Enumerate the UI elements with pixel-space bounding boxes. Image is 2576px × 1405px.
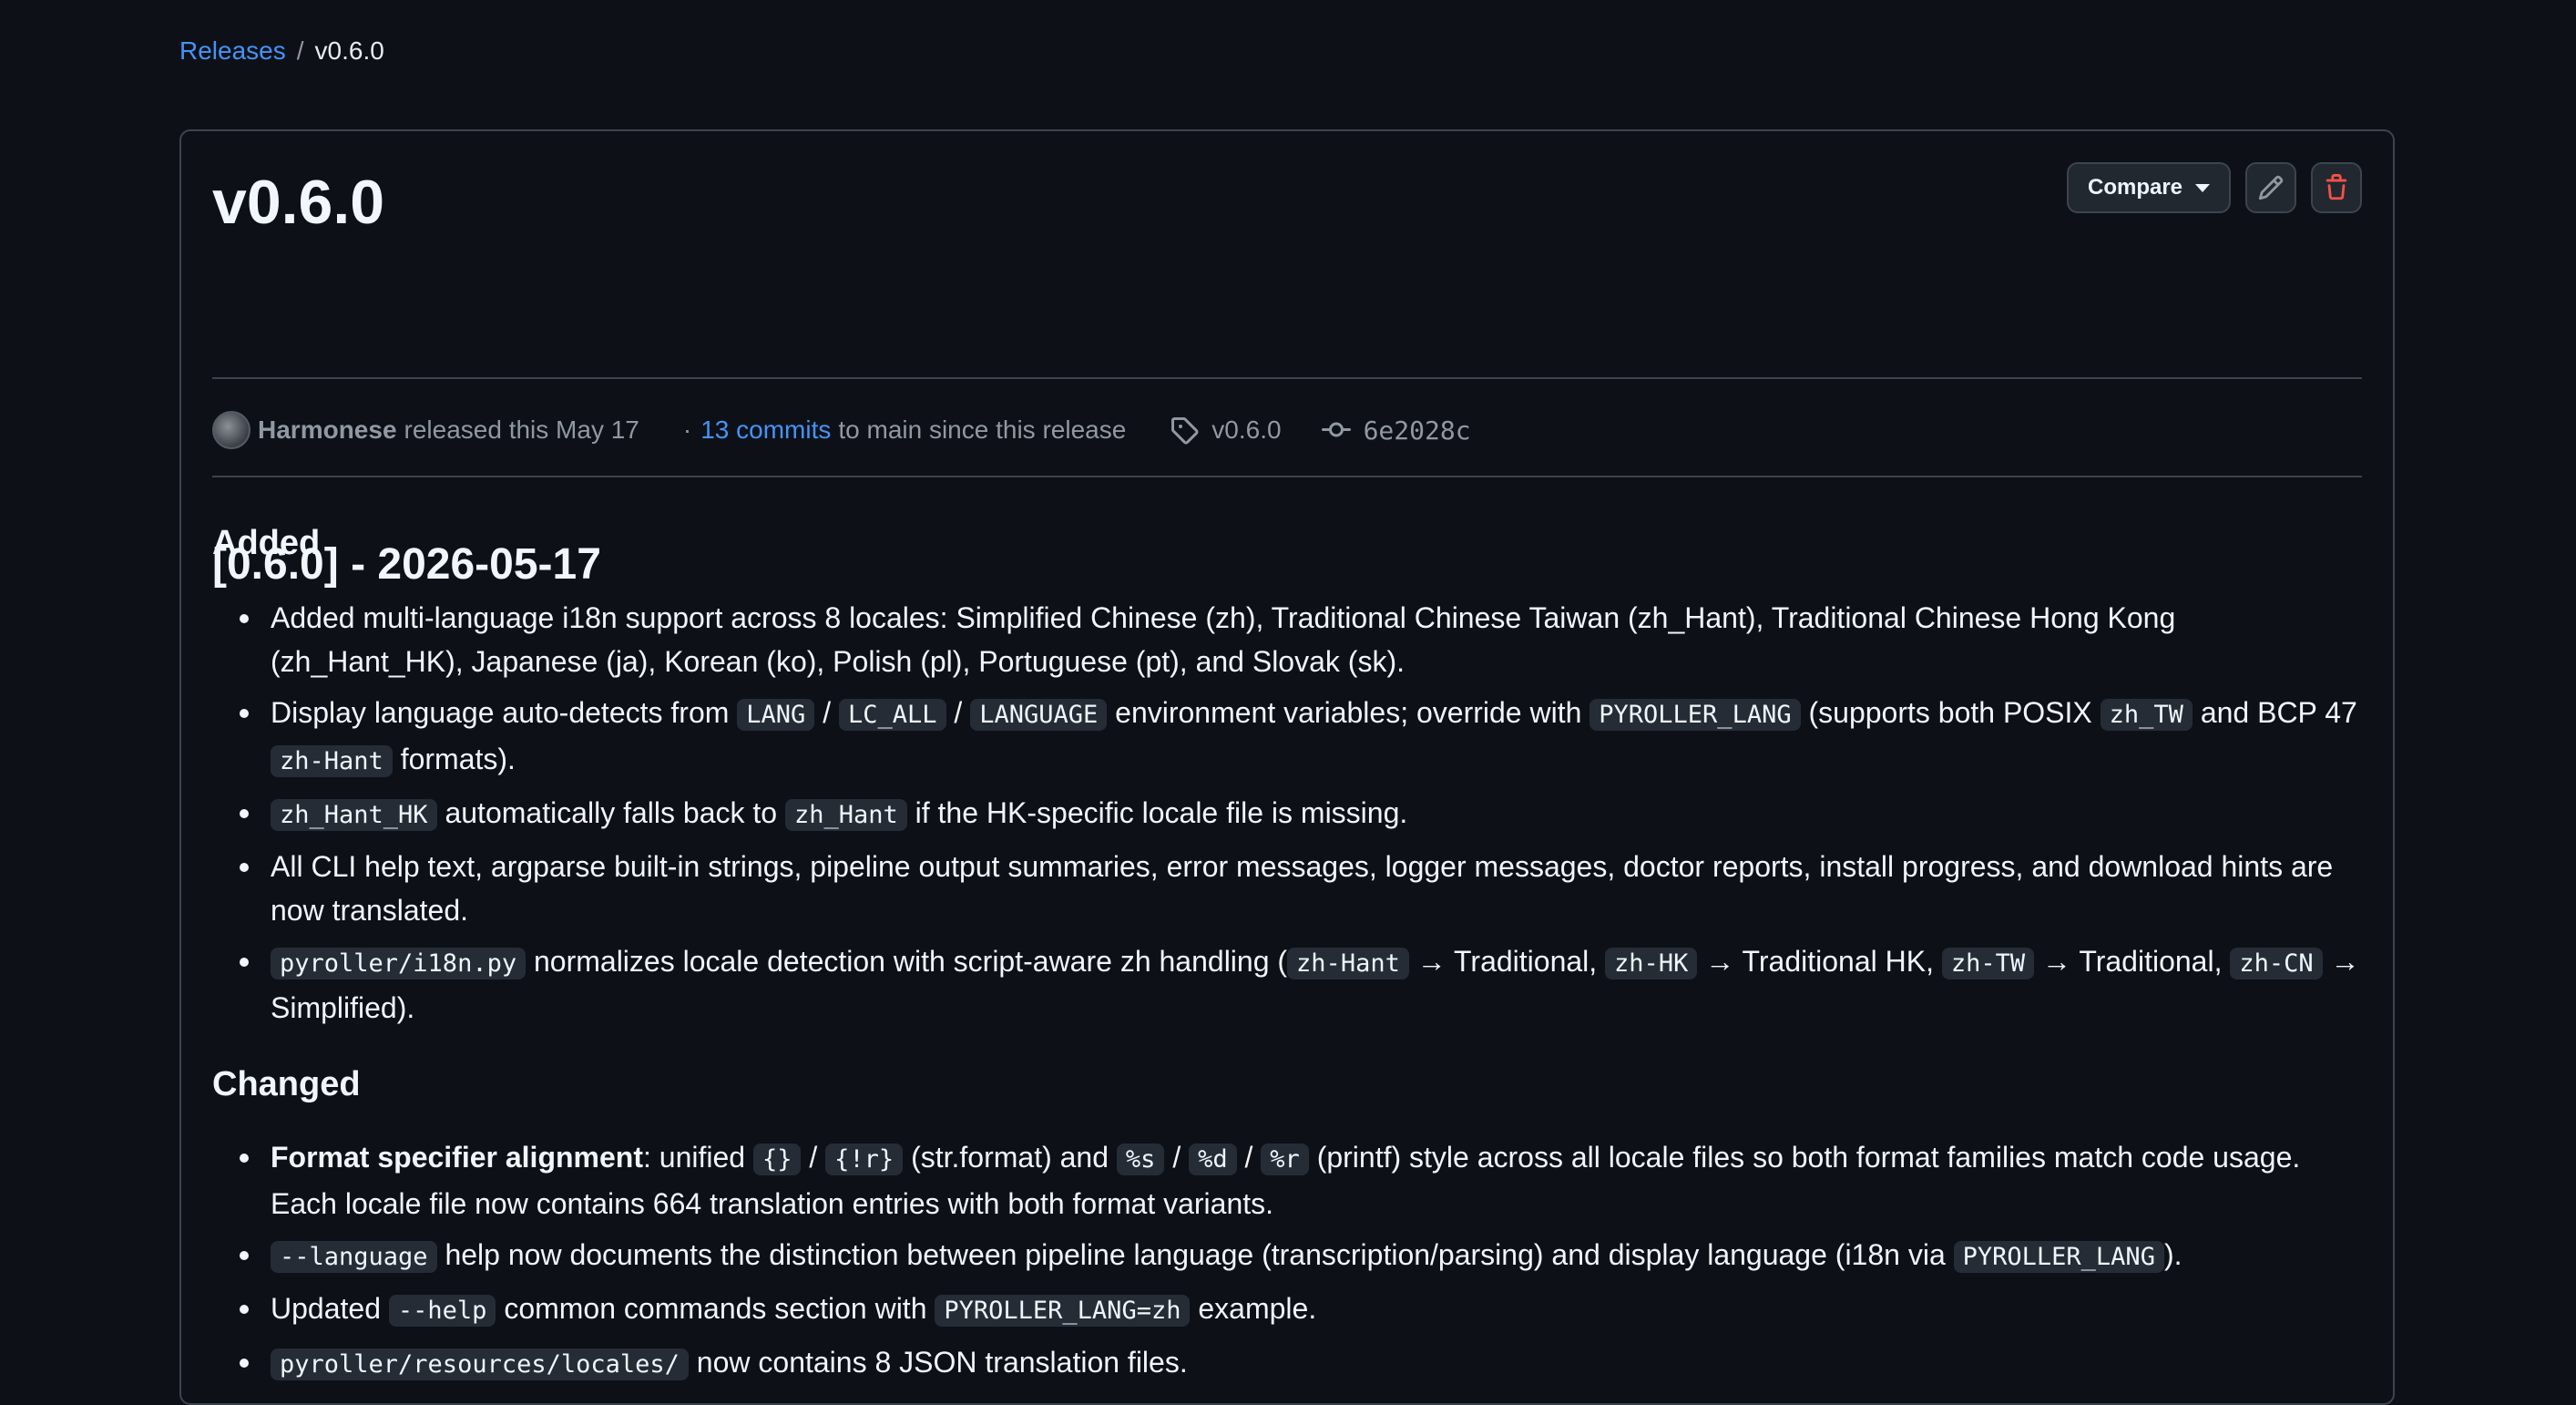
- item-text: ).: [2163, 1238, 2182, 1271]
- added-list: Added multi-language i18n support across…: [240, 596, 2362, 1037]
- list-item: pyroller/resources/locales/ now contains…: [240, 1340, 2362, 1387]
- inline-code: %d: [1189, 1143, 1237, 1175]
- tag-label: v0.6.0: [1211, 415, 1282, 444]
- item-text: normalizes locale detection with script-…: [526, 945, 1288, 978]
- commits-link[interactable]: 13 commits: [700, 415, 831, 445]
- inline-code: LC_ALL: [838, 699, 946, 731]
- list-item: Added multi-language i18n support across…: [240, 596, 2362, 683]
- delete-release-button[interactable]: [2311, 162, 2362, 213]
- item-text: example.: [1190, 1292, 1317, 1325]
- release-meta: Harmonese released this May 17 · 13 comm…: [212, 410, 1471, 450]
- breadcrumb: Releases / v0.6.0: [179, 35, 384, 67]
- inline-code: --help: [388, 1295, 496, 1327]
- item-text: and BCP 47: [2192, 696, 2357, 729]
- inline-code: pyroller/resources/locales/: [271, 1349, 689, 1380]
- item-text: /: [801, 1141, 826, 1174]
- commit-sha: 6e2028c: [1363, 415, 1471, 446]
- list-item: zh_Hant_HK automatically falls back to z…: [240, 791, 2362, 837]
- breadcrumb-releases-link[interactable]: Releases: [179, 35, 286, 67]
- author-link[interactable]: Harmonese: [258, 415, 397, 445]
- breadcrumb-separator: /: [296, 36, 304, 65]
- inline-code: LANGUAGE: [970, 699, 1108, 731]
- changed-heading: Changed: [212, 1065, 361, 1103]
- inline-code: LANG: [737, 699, 815, 731]
- inline-code: PYROLLER_LANG: [1953, 1241, 2164, 1273]
- tag-icon: [1171, 417, 1199, 445]
- triangle-down-icon: [2195, 183, 2211, 192]
- meta-divider: [212, 377, 2362, 379]
- inline-code: zh_Hant_HK: [271, 799, 437, 831]
- item-text: (str.format) and: [903, 1141, 1117, 1174]
- item-text: /: [814, 696, 839, 729]
- item-text: common commands section with: [496, 1292, 935, 1325]
- changed-list: Format specifier alignment: unified {} /…: [240, 1135, 2362, 1394]
- edit-release-button[interactable]: [2245, 162, 2296, 213]
- inline-code: zh-Hant: [1287, 948, 1409, 979]
- inline-code: zh-CN: [2230, 948, 2323, 979]
- item-text: Added multi-language i18n support across…: [271, 601, 2176, 678]
- inline-code: zh_TW: [2100, 699, 2193, 731]
- item-text: : unified: [642, 1141, 753, 1174]
- git-commit-icon: [1321, 422, 1351, 437]
- avatar[interactable]: [212, 411, 250, 449]
- trash-icon: [2326, 174, 2347, 200]
- inline-code: PYROLLER_LANG: [1590, 699, 1801, 731]
- release-card: v0.6.0 Compare Harmonese released this M…: [179, 129, 2395, 1405]
- added-heading: Added: [212, 524, 321, 562]
- bold-text: Format specifier alignment: [271, 1141, 643, 1174]
- item-text: /: [946, 696, 971, 729]
- inline-code: %r: [1261, 1143, 1309, 1175]
- item-text: All CLI help text, argparse built-in str…: [271, 850, 2334, 927]
- release-actions: Compare: [2067, 162, 2362, 213]
- list-item: --language help now documents the distin…: [240, 1233, 2362, 1279]
- compare-button-label: Compare: [2087, 175, 2183, 200]
- breadcrumb-current: v0.6.0: [314, 36, 384, 65]
- item-text: Display language auto-detects from: [271, 696, 738, 729]
- pencil-icon: [2258, 175, 2284, 200]
- tag-link[interactable]: v0.6.0: [1170, 415, 1282, 445]
- list-item: Format specifier alignment: unified {} /…: [240, 1135, 2362, 1226]
- heading-divider: [212, 476, 2362, 477]
- item-text: /: [1164, 1141, 1190, 1174]
- compare-button[interactable]: Compare: [2067, 162, 2231, 213]
- item-text: Updated: [271, 1292, 389, 1325]
- commit-link[interactable]: 6e2028c: [1321, 415, 1471, 446]
- item-text: → Traditional HK,: [1697, 945, 1942, 978]
- inline-code: pyroller/i18n.py: [271, 948, 526, 979]
- inline-code: zh_Hant: [784, 799, 907, 831]
- inline-code: %s: [1116, 1143, 1165, 1175]
- item-text: automatically falls back to: [436, 796, 785, 829]
- item-text: formats).: [392, 743, 516, 775]
- list-item: Display language auto-detects from LANG …: [240, 691, 2362, 784]
- list-item: All CLI help text, argparse built-in str…: [240, 845, 2362, 932]
- item-text: → Traditional,: [2034, 945, 2231, 978]
- item-text: if the HK-specific locale file is missin…: [906, 796, 1408, 829]
- item-text: now contains 8 JSON translation files.: [688, 1346, 1188, 1379]
- inline-code: PYROLLER_LANG=zh: [935, 1295, 1191, 1327]
- list-item: Updated --help common commands section w…: [240, 1287, 2362, 1333]
- released-text: released this May 17: [404, 415, 639, 444]
- commits-suffix: to main since this release: [838, 415, 1127, 444]
- inline-code: --language: [271, 1241, 437, 1273]
- item-text: (supports both POSIX: [1800, 696, 2101, 729]
- inline-code: {}: [752, 1143, 802, 1175]
- inline-code: zh-TW: [1941, 948, 2035, 979]
- list-item: pyroller/i18n.py normalizes locale detec…: [240, 939, 2362, 1030]
- release-title: v0.6.0: [212, 168, 385, 237]
- inline-code: {!r}: [825, 1143, 904, 1175]
- item-text: environment variables; override with: [1107, 696, 1590, 729]
- inline-code: zh-Hant: [271, 745, 393, 777]
- inline-code: zh-HK: [1605, 948, 1698, 979]
- item-text: /: [1236, 1141, 1262, 1174]
- meta-dot: ·: [682, 415, 692, 444]
- item-text: → Traditional,: [1408, 945, 1606, 978]
- item-text: help now documents the distinction betwe…: [436, 1238, 1954, 1271]
